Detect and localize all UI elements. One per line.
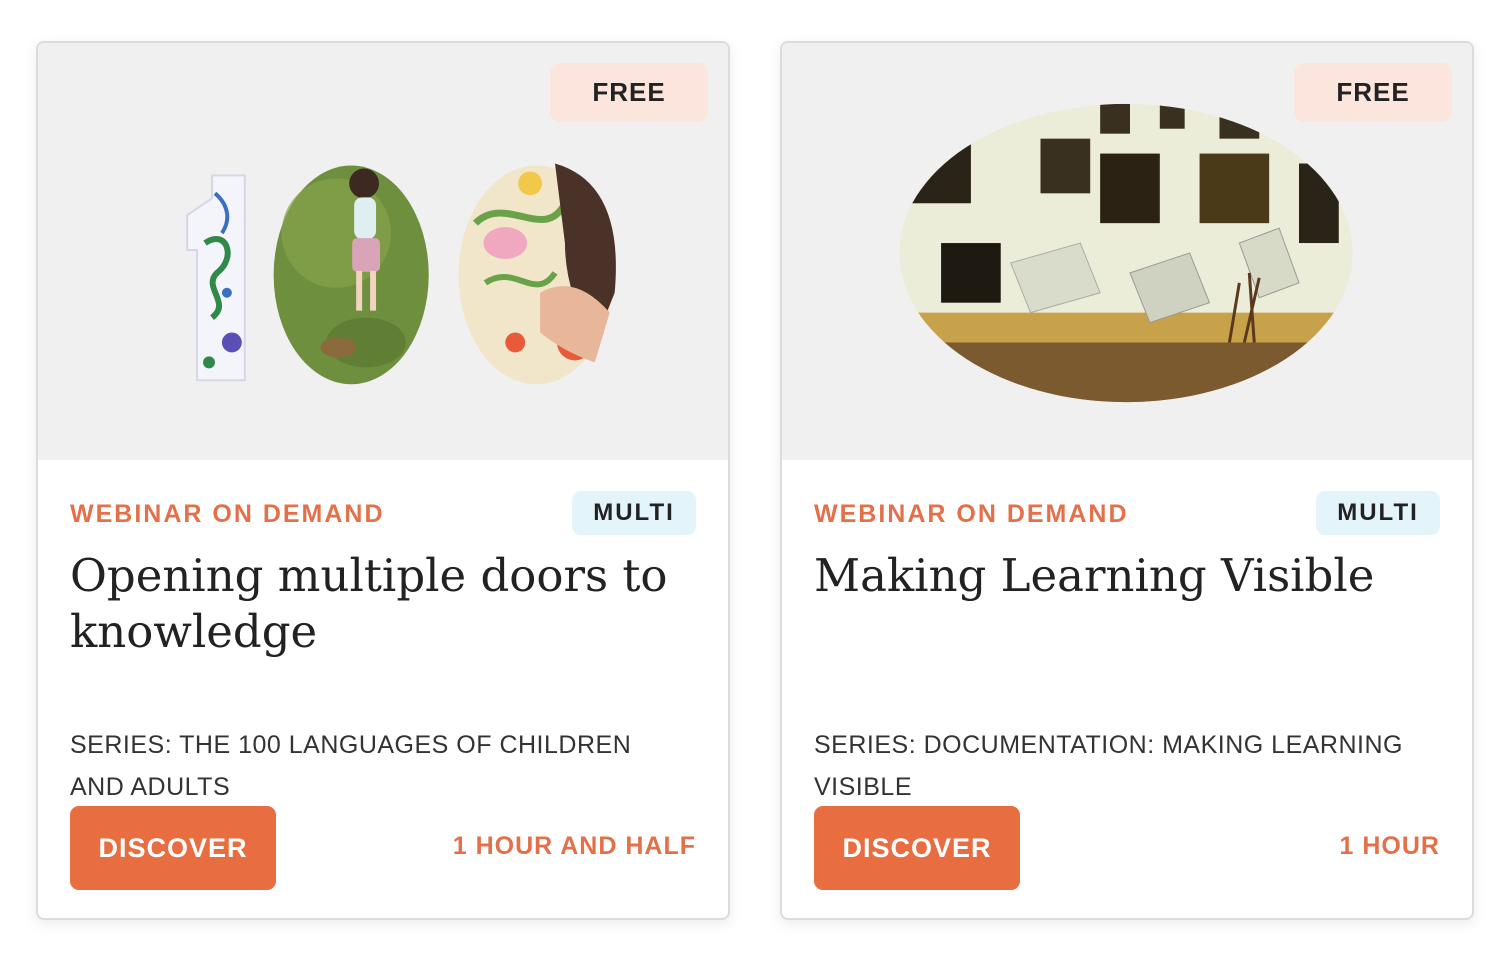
card-title[interactable]: Opening multiple doors to knowledge xyxy=(70,548,696,660)
card-image[interactable]: FREE xyxy=(782,43,1472,460)
card-title[interactable]: Making Learning Visible xyxy=(814,548,1440,604)
free-badge: FREE xyxy=(1294,63,1452,122)
digit-zero-grass-photo xyxy=(273,165,429,385)
discover-button[interactable]: DISCOVER xyxy=(70,806,276,890)
card-body: WEBINAR ON DEMAND MULTI Making Learning … xyxy=(814,460,1440,918)
card-body: WEBINAR ON DEMAND MULTI Opening multiple… xyxy=(70,460,696,918)
webinar-card[interactable]: FREE WEBINAR ON DEMAND MULTI Opening mul… xyxy=(36,41,730,920)
free-badge: FREE xyxy=(550,63,708,122)
duration-label: 1 HOUR xyxy=(1339,832,1440,860)
webinar-card[interactable]: FREE WEBINAR ON DEMAND MULTI Making Lear… xyxy=(780,41,1474,920)
series-label: SERIES: DOCUMENTATION: MAKING LEARNING V… xyxy=(814,731,1403,801)
digit-zero-painting-photo xyxy=(458,163,616,385)
duration-label: 1 HOUR AND HALF xyxy=(452,832,696,860)
digit-one-shape xyxy=(186,174,246,382)
category-label: WEBINAR ON DEMAND xyxy=(814,500,1129,528)
webinar-card-grid: FREE WEBINAR ON DEMAND MULTI Opening mul… xyxy=(0,0,1504,956)
language-badge: MULTI xyxy=(1316,491,1440,535)
language-badge: MULTI xyxy=(572,491,696,535)
series-label: SERIES: THE 100 LANGUAGES OF CHILDREN AN… xyxy=(70,731,632,801)
category-label: WEBINAR ON DEMAND xyxy=(70,500,385,528)
card-image[interactable]: FREE xyxy=(38,43,728,460)
exhibition-wall-photo xyxy=(899,103,1353,403)
discover-button[interactable]: DISCOVER xyxy=(814,806,1020,890)
